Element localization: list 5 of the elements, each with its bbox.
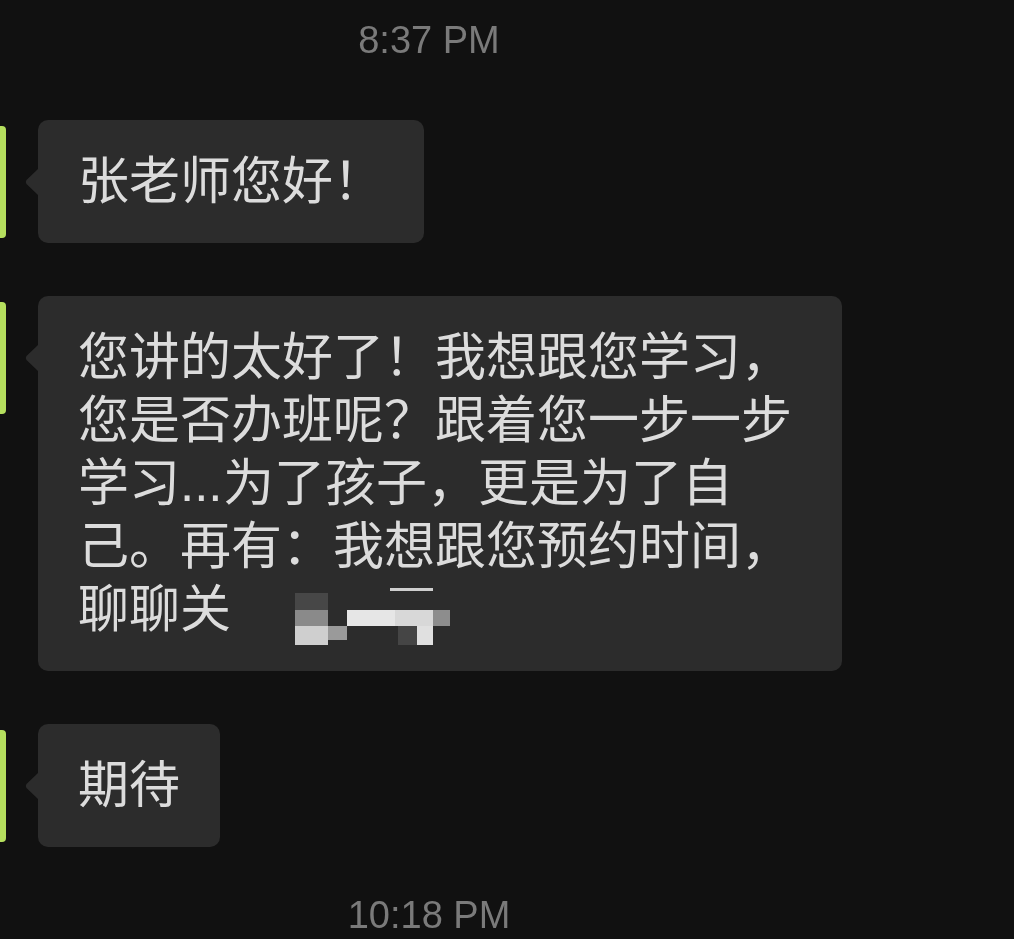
message-text: 期待 bbox=[78, 756, 180, 816]
message-text: 张老师您好！ bbox=[78, 152, 384, 212]
timestamp: 8:37 PM bbox=[358, 20, 500, 60]
timestamp: 10:18 PM bbox=[347, 895, 511, 935]
message-text: 您讲的太好了！我想跟您学习，您是否办班呢？跟着您一步一步学习...为了孩子，更是为了自己。再有：我想跟您预约时间，聊聊关 bbox=[78, 328, 793, 640]
